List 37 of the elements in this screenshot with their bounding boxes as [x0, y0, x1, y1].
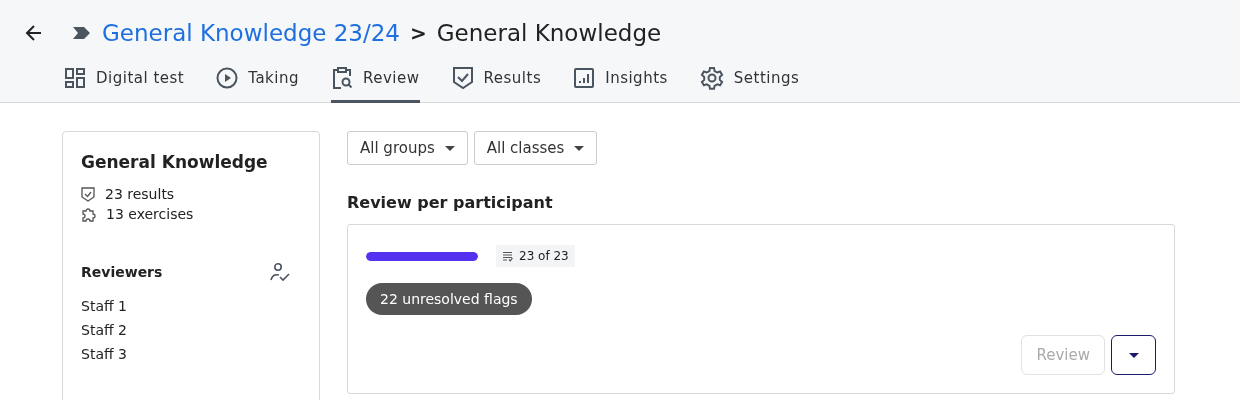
- breadcrumb-separator: >: [410, 21, 427, 45]
- list-icon: [502, 250, 513, 262]
- section-heading: Review per participant: [347, 193, 554, 212]
- person-check-icon[interactable]: [269, 262, 291, 282]
- section-heading: Reviewers: [81, 264, 163, 280]
- nav-tab[interactable]: Review: [331, 56, 420, 103]
- dropdown-button[interactable]: [1111, 335, 1156, 375]
- grid-icon: [64, 67, 86, 89]
- shield-check-icon: [81, 186, 95, 202]
- caret-icon: [444, 145, 455, 151]
- shield-check-icon: [451, 66, 474, 90]
- caret-icon: [574, 145, 585, 151]
- settings-icon: [699, 66, 724, 90]
- flags-badge: 22 unresolved flags: [366, 283, 532, 315]
- nav-tab[interactable]: Results: [451, 56, 542, 103]
- tag-icon: [72, 26, 92, 40]
- nav-tab[interactable]: Taking: [216, 56, 299, 103]
- reviewer-name: Staff 1: [81, 297, 128, 316]
- clipboard-search-icon: [331, 66, 353, 90]
- stat-text: 13 exercises: [106, 206, 194, 222]
- page-title: General Knowledge: [436, 20, 662, 46]
- breadcrumb-link[interactable]: General Knowledge 23/24: [102, 20, 400, 46]
- reviewer-name: Staff 3: [81, 345, 128, 364]
- caret-icon: [1128, 352, 1139, 358]
- count-badge: 23 of 23: [496, 245, 575, 267]
- play-icon: [216, 67, 239, 89]
- filter-dropdown[interactable]: All groups: [347, 131, 468, 165]
- nav-tab[interactable]: Insights: [573, 56, 668, 103]
- nav-tab[interactable]: Digital test: [64, 56, 185, 103]
- bar-chart-icon: [573, 67, 596, 89]
- reviewer-name: Staff 2: [81, 321, 128, 340]
- puzzle-icon: [81, 206, 96, 222]
- filter-dropdown[interactable]: All classes: [473, 131, 598, 165]
- back-arrow-icon[interactable]: [24, 23, 44, 43]
- nav-tab[interactable]: Settings: [699, 56, 800, 103]
- stat-text: 23 results: [105, 186, 175, 202]
- card-title: General Knowledge: [81, 152, 269, 172]
